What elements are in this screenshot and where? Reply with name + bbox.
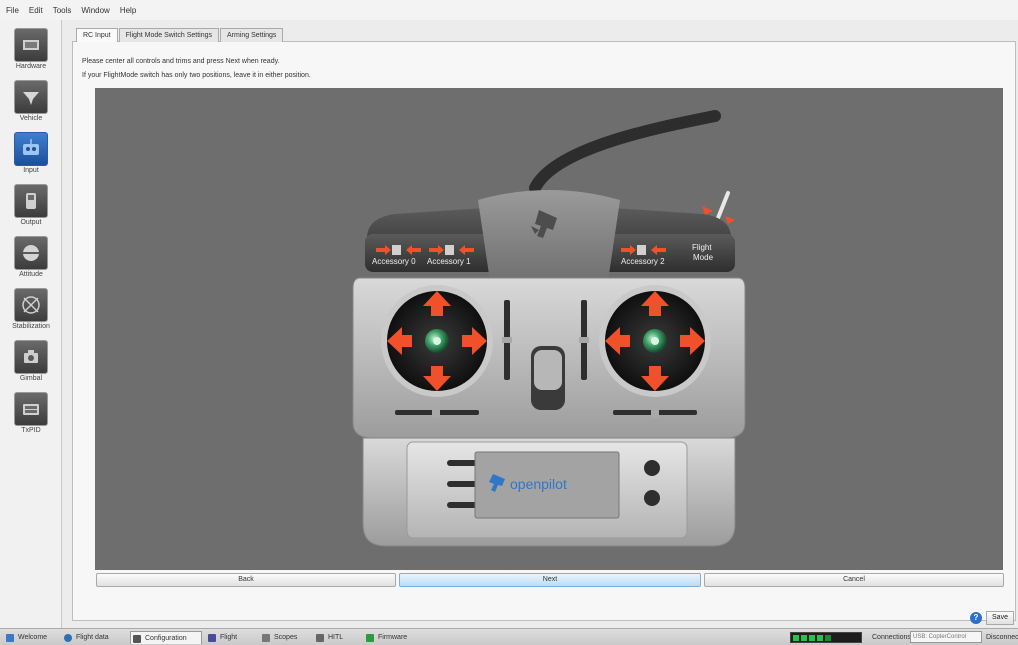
- mode-tab-label: Firmware: [378, 634, 408, 641]
- transmitter-canvas: Accessory 0 Accessory 1 Accessory 2 Flig…: [95, 88, 1003, 570]
- attitude-icon: [14, 236, 48, 270]
- tab-rc-input[interactable]: RC Input: [76, 28, 118, 42]
- sidebar-item-label: Gimbal: [19, 375, 43, 382]
- mode-tab-label: HITL: [328, 634, 344, 641]
- back-button[interactable]: Back: [96, 573, 396, 587]
- brand-wordmark: openpilot: [510, 476, 567, 492]
- accessory-2-label: Accessory 2: [621, 257, 665, 266]
- instruction-text: Please center all controls and trims and…: [82, 58, 280, 65]
- mode-bar: Welcome Flight data Configuration Flight…: [0, 628, 1018, 645]
- mode-tab-hitl[interactable]: HITL: [314, 631, 360, 644]
- cancel-button[interactable]: Cancel: [704, 573, 1004, 587]
- sidebar-item-label: Hardware: [15, 63, 47, 70]
- sidebar-item-label: Output: [20, 219, 42, 226]
- sidebar-item-label: Stabilization: [12, 323, 50, 330]
- telemetry-meter: [790, 632, 862, 643]
- mode-tab-welcome[interactable]: Welcome: [4, 631, 60, 644]
- antenna: [529, 110, 721, 194]
- mode-tab-configuration[interactable]: Configuration: [130, 631, 202, 644]
- txpid-icon: [14, 392, 48, 426]
- sidebar-item-label: Attitude: [19, 271, 43, 278]
- config-sidebar: Hardware Vehicle Input Output Attitude S…: [0, 20, 62, 628]
- sidebar-item-stabilization[interactable]: Stabilization: [0, 286, 62, 338]
- tab-arming-settings[interactable]: Arming Settings: [220, 28, 284, 42]
- flight-data-icon: [64, 634, 72, 642]
- sidebar-item-hardware[interactable]: Hardware: [0, 26, 62, 78]
- mode-tab-flight-schedule[interactable]: Flight Schedule: [206, 631, 256, 644]
- menu-file[interactable]: File: [6, 6, 19, 15]
- menu-button-line: [447, 502, 477, 508]
- hitl-icon: [316, 634, 324, 642]
- transmitter-illustration: Accessory 0 Accessory 1 Accessory 2 Flig…: [352, 110, 746, 547]
- menu-bar: File Edit Tools Window Help: [0, 0, 1018, 20]
- mode-tab-label: Flight Schedule: [220, 634, 238, 641]
- output-icon: [14, 184, 48, 218]
- sidebar-item-vehicle[interactable]: Vehicle: [0, 78, 62, 130]
- welcome-icon: [6, 634, 14, 642]
- sidebar-item-txpid[interactable]: TxPID: [0, 390, 62, 442]
- help-icon[interactable]: ?: [970, 612, 982, 624]
- lcd-button-top: [644, 460, 660, 476]
- next-button[interactable]: Next: [399, 573, 701, 587]
- lcd-button-bottom: [644, 490, 660, 506]
- schedule-icon: [208, 634, 216, 642]
- sidebar-item-input[interactable]: Input: [0, 130, 62, 182]
- mode-tab-label: Welcome: [18, 634, 48, 641]
- right-shoulder: [595, 234, 735, 272]
- mode-tab-flight-data[interactable]: Flight data: [62, 631, 128, 644]
- accessory-1-label: Accessory 1: [427, 257, 471, 266]
- mode-tab-label: Configuration: [145, 635, 187, 642]
- flight-mode-label: Flight: [692, 243, 712, 252]
- flight-mode-label-line2: Mode: [693, 253, 714, 262]
- input-icon: [14, 132, 48, 166]
- tab-flight-mode-switch-settings[interactable]: Flight Mode Switch Settings: [118, 28, 219, 42]
- firmware-icon: [366, 634, 374, 642]
- hardware-icon: [14, 28, 48, 62]
- disconnect-button[interactable]: Disconnect: [986, 631, 1018, 644]
- scope-icon: [262, 634, 270, 642]
- mode-tab-label: Flight data: [76, 634, 109, 641]
- mode-tab-label: Scopes: [274, 634, 298, 641]
- sidebar-item-label: Input: [23, 167, 39, 174]
- sidebar-item-label: TxPID: [21, 427, 41, 434]
- instruction-note: If your FlightMode switch has only two p…: [82, 72, 311, 79]
- gimbal-icon: [14, 340, 48, 374]
- sidebar-item-gimbal[interactable]: Gimbal: [0, 338, 62, 390]
- sidebar-item-output[interactable]: Output: [0, 182, 62, 234]
- sidebar-item-attitude[interactable]: Attitude: [0, 234, 62, 286]
- sidebar-item-label: Vehicle: [19, 115, 43, 122]
- stabilization-icon: [14, 288, 48, 322]
- menu-window[interactable]: Window: [81, 6, 109, 15]
- menu-help[interactable]: Help: [120, 6, 136, 15]
- wrench-icon: [133, 635, 141, 643]
- menu-edit[interactable]: Edit: [29, 6, 43, 15]
- tab-bar: RC Input Flight Mode Switch Settings Arm…: [76, 28, 284, 42]
- accessory-0-label: Accessory 0: [372, 257, 416, 266]
- connection-select[interactable]: USB: CopterControl: [910, 631, 982, 643]
- menu-tools[interactable]: Tools: [53, 6, 72, 15]
- vehicle-icon: [14, 80, 48, 114]
- mode-tab-firmware[interactable]: Firmware: [364, 631, 420, 644]
- menu-button-line: [447, 460, 477, 466]
- mode-tab-scopes[interactable]: Scopes: [260, 631, 310, 644]
- connections-label: Connections:: [872, 634, 913, 641]
- menu-button-line: [447, 481, 477, 487]
- save-button[interactable]: Save: [986, 611, 1014, 625]
